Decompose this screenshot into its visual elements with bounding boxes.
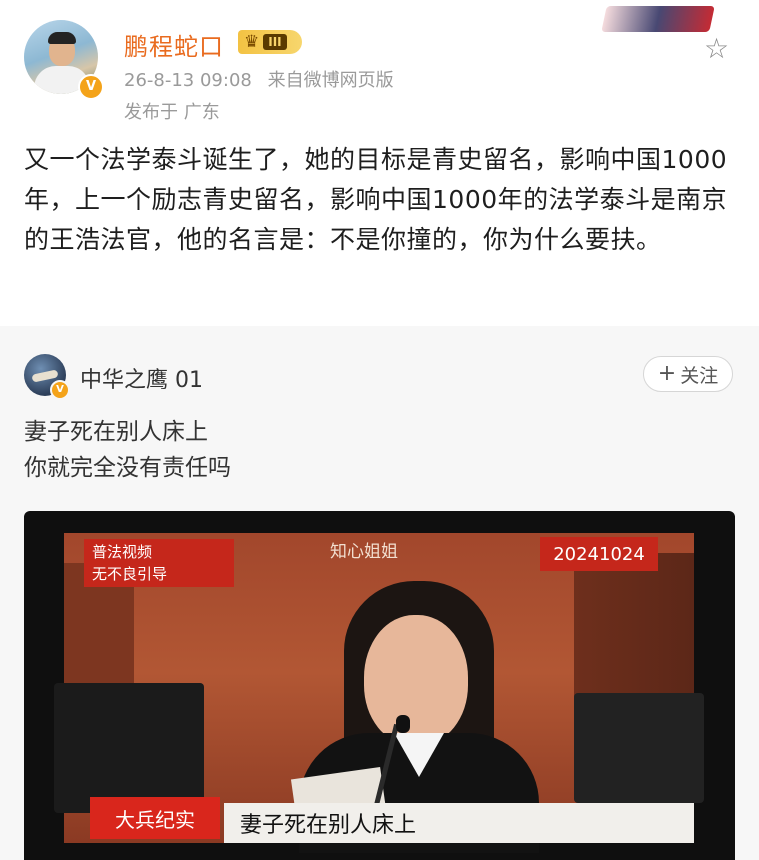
follow-label: 关注 xyxy=(680,364,719,387)
video-date-tag: 20241024 xyxy=(540,537,658,571)
decorative-sticker xyxy=(601,6,715,32)
video-tag-top: 普法视频 无不良引导 xyxy=(84,539,234,587)
video-tag-line-2: 无不良引导 xyxy=(92,565,168,583)
person-face xyxy=(364,615,468,745)
crown-icon: ♛ xyxy=(244,32,260,52)
video-thumbnail[interactable]: 普法视频 无不良引导 知心姐姐 20241024 大兵纪实 妻子死在别人床上 xyxy=(24,511,735,860)
repost-text-line-1: 妻子死在别人床上 xyxy=(24,419,208,445)
post-meta: 26-8-13 09:08 来自微博网页版 xyxy=(124,66,394,92)
repost-text-line-2: 你就完全没有责任吗 xyxy=(24,455,231,481)
microphone-icon xyxy=(396,715,410,733)
repost-username[interactable]: 中华之鹰 01 xyxy=(80,362,203,394)
monitor-left xyxy=(54,683,204,813)
verified-badge-icon: V xyxy=(78,74,104,100)
reposted-card[interactable]: V 中华之鹰 01 + 关注 妻子死在别人床上 你就完全没有责任吗 普法视频 无… xyxy=(0,326,759,860)
post-location: 发布于 广东 xyxy=(124,102,220,123)
post-username[interactable]: 鹏程蛇口 xyxy=(124,27,224,62)
plus-icon: + xyxy=(657,361,677,386)
video-subtitle: 妻子死在别人床上 xyxy=(224,803,694,843)
post-source: 来自微博网页版 xyxy=(267,70,394,91)
repost-verified-badge-icon: V xyxy=(50,380,70,400)
repost-text: 妻子死在别人床上 你就完全没有责任吗 xyxy=(24,414,231,486)
original-post: V 鹏程蛇口 ♛ III 26-8-13 09:08 来自微博网页版 发布于 广… xyxy=(0,0,759,326)
level-label: III xyxy=(263,34,287,50)
avatar-hair xyxy=(48,32,76,44)
video-tag-line-1: 普法视频 xyxy=(92,543,153,561)
post-timestamp[interactable]: 26-8-13 09:08 xyxy=(124,70,252,91)
star-outline-icon[interactable]: ☆ xyxy=(704,32,729,65)
monitor-right xyxy=(574,693,704,803)
follow-button[interactable]: + 关注 xyxy=(643,356,733,392)
post-body-text: 又一个法学泰斗诞生了，她的目标是青史留名，影响中国1000年，上一个励志青史留名… xyxy=(24,145,728,254)
video-watermark: 知心姐姐 xyxy=(330,542,398,562)
video-channel-tag: 大兵纪实 xyxy=(90,797,220,839)
level-badge[interactable]: ♛ III xyxy=(238,30,302,54)
